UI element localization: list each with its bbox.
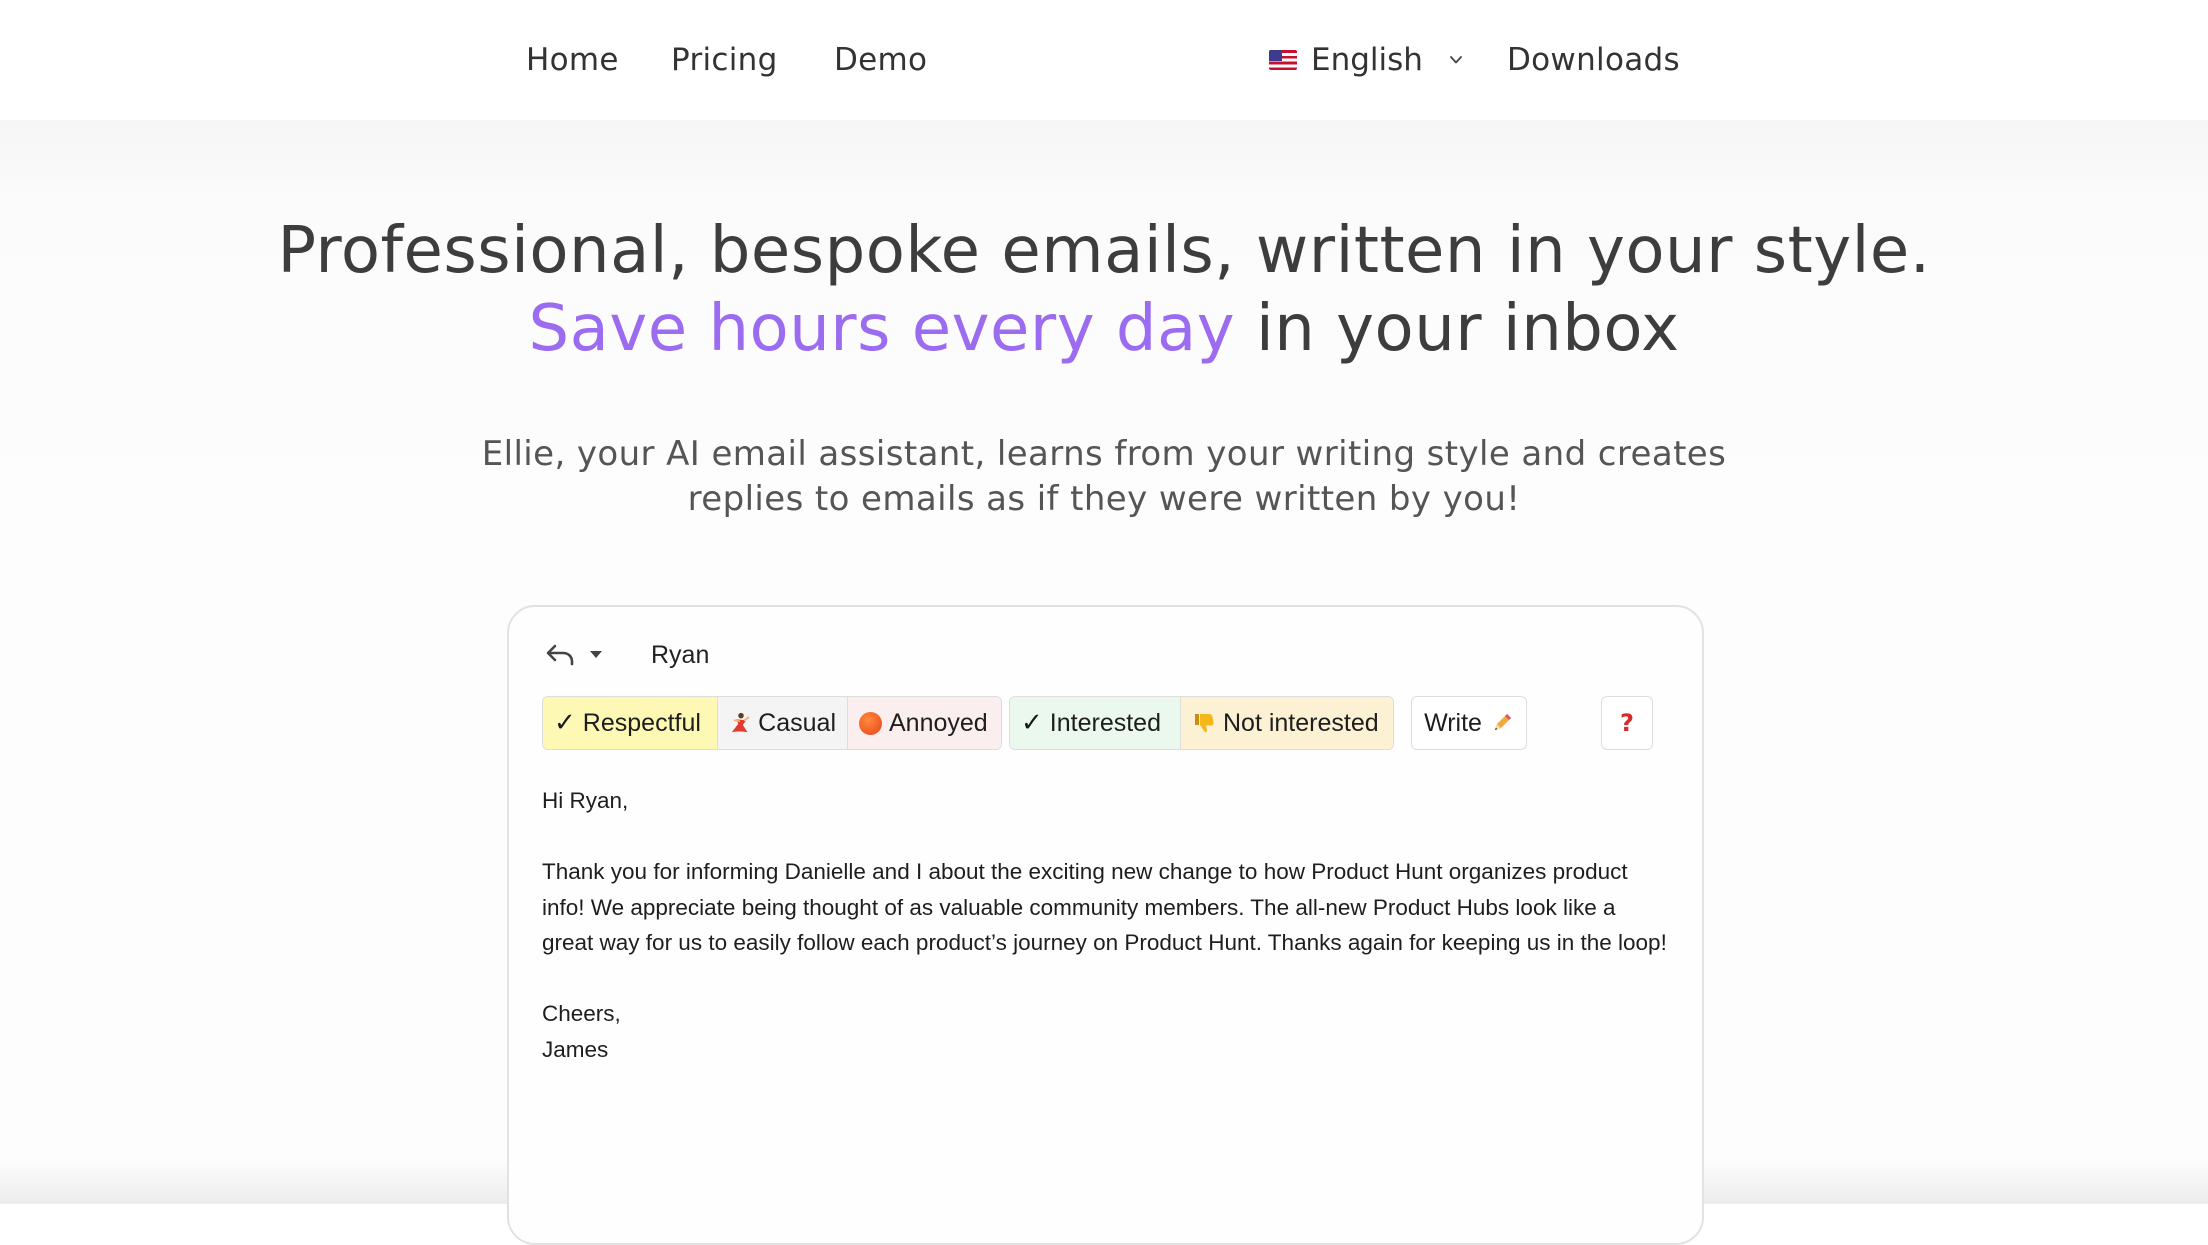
tone-casual-button[interactable]: Casual [717,697,847,749]
headline-text-end: in your inbox [1255,292,1680,366]
intent-interested-button[interactable]: ✓ Interested [1010,697,1180,749]
tone-annoyed-button[interactable]: Annoyed [847,697,1001,749]
reply-arrow-icon[interactable] [545,642,575,668]
top-nav: Home Pricing Demo English Downloads [0,0,2208,120]
nav-home-link[interactable]: Home [526,38,619,82]
angry-face-emoji-icon [859,711,882,735]
nav-downloads-link[interactable]: Downloads [1507,38,1680,82]
hero-subheading: Ellie, your AI email assistant, learns f… [481,434,1727,519]
email-body[interactable]: Hi Ryan, Thank you for informing Daniell… [542,783,1672,1067]
checkmark-icon: ✓ [554,708,576,738]
language-label: English [1311,42,1423,78]
nav-pricing-link[interactable]: Pricing [671,38,778,82]
headline-text: Professional, bespoke emails, written in… [277,214,1931,288]
tone-respectful-button[interactable]: ✓ Respectful [543,697,717,749]
intent-group: ✓ Interested Not interested [1009,696,1394,750]
chevron-down-icon [1450,56,1462,64]
help-group: ? [1601,696,1653,750]
tone-respectful-label: Respectful [582,708,701,737]
write-label: Write [1424,708,1482,737]
intent-not-interested-label: Not interested [1223,708,1379,737]
intent-not-interested-button[interactable]: Not interested [1180,697,1393,749]
tone-casual-label: Casual [758,708,836,737]
thumbs-down-emoji-icon [1195,714,1214,733]
email-paragraph: Thank you for informing Danielle and I a… [542,859,1667,955]
us-flag-icon [1269,50,1297,70]
reply-header: Ryan [545,635,709,675]
email-demo-card: Ryan ✓ Respectful Casual Annoyed ✓ Inter… [507,605,1704,1245]
write-button[interactable]: Write [1412,697,1526,749]
intent-interested-label: Interested [1049,708,1161,737]
tone-group: ✓ Respectful Casual Annoyed [542,696,1002,750]
email-greeting: Hi Ryan, [542,788,629,813]
headline-accent: Save hours every day [528,292,1236,366]
write-group: Write [1411,696,1527,750]
tone-annoyed-label: Annoyed [889,708,988,737]
dancer-emoji-icon [731,712,750,733]
help-button[interactable]: ? [1602,697,1652,749]
checkmark-icon: ✓ [1021,708,1043,738]
recipient-name: Ryan [651,640,710,669]
caret-down-icon[interactable] [589,650,603,660]
email-signature: James [542,1036,609,1062]
page-headline: Professional, bespoke emails, written in… [254,212,1954,368]
email-signoff: Cheers, [542,1001,621,1026]
pencil-emoji-icon [1494,714,1511,730]
nav-demo-link[interactable]: Demo [834,38,927,82]
language-selector[interactable]: English [1269,38,1463,82]
